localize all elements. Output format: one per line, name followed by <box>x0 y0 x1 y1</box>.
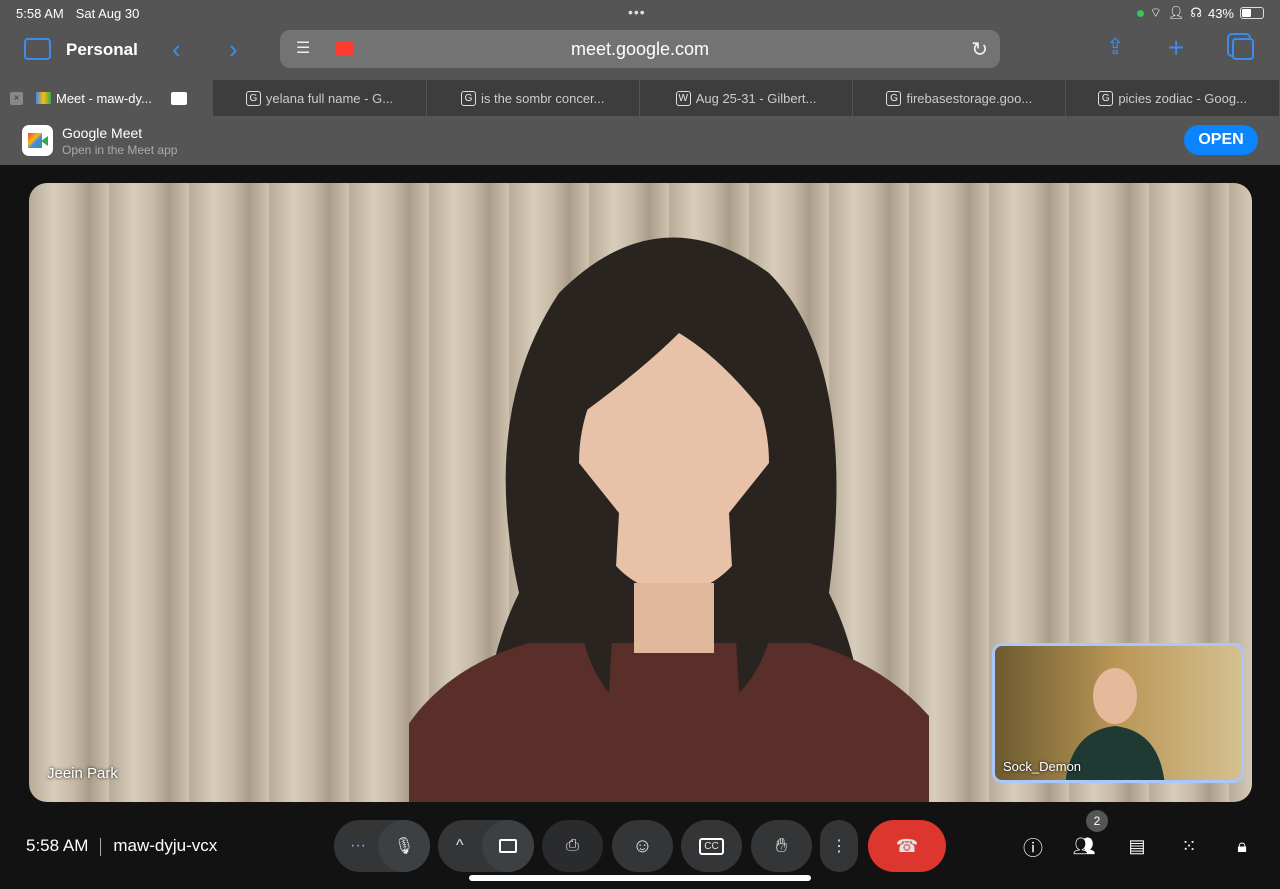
info-icon[interactable]: ⓘ <box>1019 832 1047 860</box>
headphones-icon: ☊ <box>1190 5 1202 20</box>
reactions-button[interactable]: ☺ <box>612 820 673 872</box>
battery-percent: 43% <box>1207 5 1234 21</box>
tab-label: firebasestorage.goo... <box>906 90 1033 106</box>
microphone-button[interactable]: 🎙︎ <box>378 820 430 872</box>
tab-bar: × Meet - maw-dy... Gyelana full name - G… <box>0 80 1280 116</box>
status-bar: 5:58 AM Sat Aug 30 ••• ⌔ 👤︎ ☊ 43% <box>0 0 1280 26</box>
wifi-icon: ⌔ <box>1149 5 1162 20</box>
end-call-button[interactable]: ☎︎ <box>868 820 946 872</box>
people-icon[interactable]: 👥︎ <box>1070 832 1098 860</box>
google-icon: G <box>460 90 476 106</box>
wikipedia-icon: W <box>675 90 691 106</box>
chevron-up-icon: ^ <box>456 837 464 854</box>
host-controls-icon[interactable]: 🔒︎ <box>1228 832 1256 860</box>
google-meet-app-icon <box>22 125 53 156</box>
more-dots-icon: ··· <box>350 837 366 854</box>
google-icon: G <box>1098 90 1114 106</box>
more-options-button[interactable]: ⋮ <box>820 820 858 872</box>
camera-indicator-icon <box>1136 9 1144 17</box>
self-view-tile[interactable]: Sock_Demon <box>992 643 1244 783</box>
app-banner: Google Meet Open in the Meet app OPEN <box>0 116 1280 165</box>
address-bar[interactable]: ☰ meet.google.com ↻ <box>280 30 1000 68</box>
participant-video <box>409 237 929 802</box>
raise-hand-button[interactable]: ✋︎ <box>751 820 812 872</box>
new-tab-icon[interactable]: + <box>1168 32 1184 64</box>
multitask-dots[interactable]: ••• <box>628 4 646 20</box>
tab-gilbert[interactable]: W Aug 25-31 - Gilbert... <box>640 80 854 116</box>
hand-icon: ✋︎ <box>775 834 788 857</box>
status-date: Sat Aug 30 <box>75 5 140 21</box>
reload-icon[interactable]: ↻ <box>971 37 988 62</box>
person-icon: 👤︎ <box>1167 5 1185 20</box>
browser-toolbar: Personal ‹ › ☰ meet.google.com ↻ ⇪ + <box>0 26 1280 80</box>
hang-up-icon: ☎︎ <box>895 835 919 856</box>
microphone-icon: 🎙︎ <box>393 838 415 855</box>
camera-icon <box>499 839 517 853</box>
emoji-icon: ☺ <box>632 834 653 857</box>
tab-group-label[interactable]: Personal <box>66 40 138 60</box>
status-time: 5:58 AM <box>16 5 64 21</box>
present-screen-icon: ⎙ <box>566 837 579 854</box>
sidebar-toggle-icon[interactable] <box>24 38 51 60</box>
chat-icon[interactable]: ▤ <box>1123 832 1151 860</box>
camera-button[interactable] <box>482 820 534 872</box>
meeting-code: maw-dyju-vcx <box>113 836 218 855</box>
tab-label: picies zodiac - Goog... <box>1118 90 1247 106</box>
meeting-time: 5:58 AM <box>26 836 89 855</box>
participant-count-badge: 2 <box>1086 810 1108 832</box>
battery-icon <box>1240 7 1264 19</box>
self-name: Sock_Demon <box>1003 759 1082 774</box>
close-tab-icon[interactable]: × <box>10 91 23 105</box>
captions-button[interactable]: CC <box>681 820 742 872</box>
home-indicator[interactable] <box>469 875 811 881</box>
tab-sombr[interactable]: Gis the sombr concer... <box>427 80 640 116</box>
tab-label: yelana full name - G... <box>265 90 394 106</box>
camera-icon <box>170 91 187 105</box>
google-icon: G <box>886 90 902 106</box>
tab-zodiac[interactable]: Gpicies zodiac - Goog... <box>1066 80 1280 116</box>
meeting-info: 5:58 AM maw-dyju-vcx <box>26 836 217 856</box>
tab-label: Aug 25-31 - Gilbert... <box>695 90 817 106</box>
open-app-button[interactable]: OPEN <box>1184 125 1258 155</box>
meet-icon <box>36 92 51 104</box>
google-icon: G <box>245 90 261 106</box>
tabs-overview-icon[interactable] <box>1232 38 1254 60</box>
back-icon[interactable]: ‹ <box>172 34 181 65</box>
tab-firebase[interactable]: Gfirebasestorage.goo... <box>853 80 1067 116</box>
tab-label: Meet - maw-dy... <box>56 90 152 106</box>
tab-yelana[interactable]: Gyelana full name - G... <box>213 80 427 116</box>
forward-icon[interactable]: › <box>229 34 238 65</box>
banner-subtitle: Open in the Meet app <box>62 143 178 157</box>
present-button[interactable]: ⎙ <box>542 820 603 872</box>
url-text[interactable]: meet.google.com <box>280 39 1000 60</box>
meeting-controls: 5:58 AM maw-dyju-vcx ··· 🎙︎ ^ ⎙ ☺ CC ✋︎ ⋮… <box>0 810 1280 872</box>
participant-name: Jeein Park <box>47 765 118 782</box>
tab-meet[interactable]: × Meet - maw-dy... <box>0 80 214 116</box>
share-icon[interactable]: ⇪ <box>1106 34 1124 60</box>
banner-title: Google Meet <box>62 125 143 141</box>
more-vert-icon: ⋮ <box>831 838 847 855</box>
captions-icon: CC <box>699 837 724 855</box>
activities-icon[interactable]: ⁙ <box>1175 832 1203 860</box>
tab-label: is the sombr concer... <box>480 90 605 106</box>
